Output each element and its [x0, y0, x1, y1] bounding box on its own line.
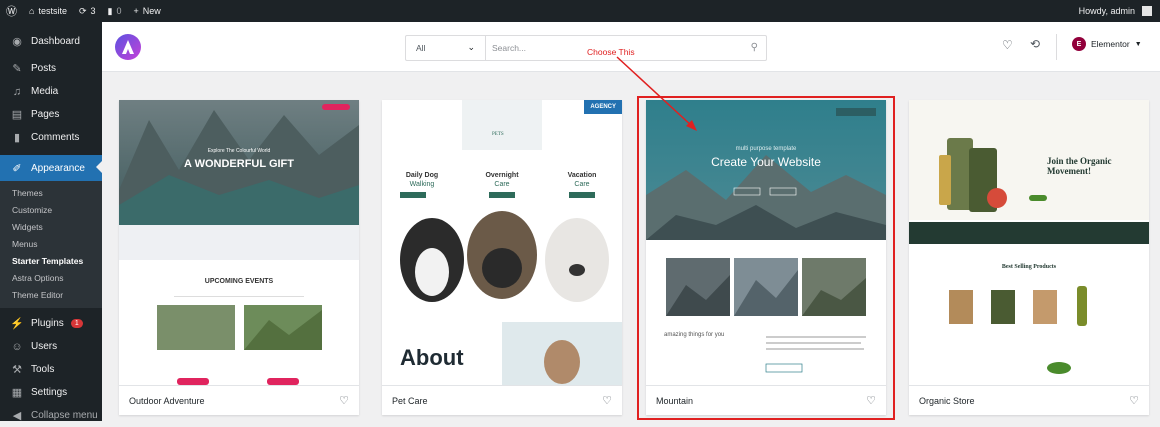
comment-icon: ▮	[13, 132, 21, 144]
favorite-heart-icon[interactable]: ♡	[339, 394, 349, 407]
outdoor-preview-image	[119, 100, 359, 385]
submenu-theme-editor[interactable]: Theme Editor	[0, 287, 102, 304]
dashboard-icon: ◉	[12, 36, 22, 48]
template-card-organic-store[interactable]: Join the Organic Movement! Best Selling …	[909, 100, 1149, 415]
favorite-heart-icon[interactable]: ♡	[1129, 394, 1139, 407]
submenu-menus[interactable]: Menus	[0, 236, 102, 253]
search-bar: All ⌄ ⚲	[405, 35, 767, 61]
users-icon: ☺	[11, 340, 23, 353]
submenu-starter-templates[interactable]: Starter Templates	[0, 253, 102, 270]
elementor-icon: E	[1072, 37, 1086, 51]
chevron-down-icon: ⌄	[467, 42, 475, 52]
caret-down-icon: ▼	[1134, 40, 1142, 48]
template-card-footer: Pet Care ♡	[382, 385, 622, 415]
astra-logo-icon[interactable]	[115, 34, 141, 60]
template-preview: Explore The Colourful World A WONDERFUL …	[119, 100, 359, 385]
template-name: Outdoor Adventure	[129, 395, 205, 406]
admin-sidebar: ◉ Dashboard ✎ Posts ♫ Media ▤ Pages ▮ Comment…	[0, 22, 102, 422]
sidebar-item-media[interactable]: ♫ Media	[0, 80, 102, 103]
template-card-footer: Outdoor Adventure ♡	[119, 385, 359, 415]
sidebar-item-appearance[interactable]: ✐ Appearance	[0, 155, 102, 181]
sidebar-item-users[interactable]: ☺ Users	[0, 335, 102, 358]
plugin-icon: ⚡	[10, 318, 24, 330]
pet-care-preview-image	[382, 100, 622, 385]
home-icon: ⌂	[29, 6, 35, 16]
template-preview: AGENCY PETS Daily Dog Walking Overnight …	[382, 100, 622, 385]
plus-icon: +	[133, 6, 139, 16]
template-name: Pet Care	[392, 395, 428, 406]
sidebar-item-settings[interactable]: ▦ Settings	[0, 381, 102, 404]
favorite-heart-icon[interactable]: ♡	[602, 394, 612, 407]
comment-icon: ▮	[107, 5, 113, 16]
organic-store-preview-image	[909, 100, 1149, 385]
sidebar-item-tools[interactable]: ⚒ Tools	[0, 358, 102, 381]
user-account-link[interactable]: Howdy, admin	[1073, 0, 1160, 22]
template-preview: Join the Organic Movement! Best Selling …	[909, 100, 1149, 385]
search-icon[interactable]: ⚲	[751, 42, 758, 53]
pages-icon: ▤	[11, 109, 23, 121]
agency-badge: AGENCY	[584, 100, 622, 114]
template-card-outdoor-adventure[interactable]: Explore The Colourful World A WONDERFUL …	[119, 100, 359, 415]
plugins-update-badge: 1	[70, 319, 83, 328]
template-type-select[interactable]: All ⌄	[406, 36, 486, 60]
pin-icon: ✎	[12, 63, 22, 75]
new-content-link[interactable]: + New	[127, 0, 166, 22]
submenu-widgets[interactable]: Widgets	[0, 219, 102, 236]
sidebar-item-comments[interactable]: ▮ Comments	[0, 126, 102, 149]
wrench-icon: ⚒	[12, 364, 22, 376]
submenu-astra-options[interactable]: Astra Options	[0, 270, 102, 287]
selection-highlight-box	[637, 96, 895, 420]
sync-library-icon[interactable]: ⟲	[1030, 37, 1040, 51]
sidebar-collapse-menu[interactable]: ◀ Collapse menu	[0, 404, 102, 427]
brush-icon: ✐	[12, 162, 22, 175]
annotation-label: Choose This	[587, 47, 635, 57]
appearance-submenu: Themes Customize Widgets Menus Starter T…	[0, 181, 102, 308]
page-builder-select[interactable]: E Elementor ▼	[1072, 37, 1142, 51]
settings-icon: ▦	[11, 387, 23, 399]
updates-link[interactable]: ⟳ 3	[73, 0, 102, 22]
sidebar-item-dashboard[interactable]: ◉ Dashboard	[0, 30, 102, 53]
admin-bar: Ⓦ ⌂ testsite ⟳ 3 ▮ 0 + New Howdy, admin	[0, 0, 1160, 22]
collapse-icon: ◀	[12, 410, 22, 422]
toolbar-divider	[1056, 34, 1057, 60]
wordpress-logo-icon[interactable]: Ⓦ	[0, 0, 23, 22]
sidebar-item-posts[interactable]: ✎ Posts	[0, 57, 102, 80]
submenu-customize[interactable]: Customize	[0, 202, 102, 219]
media-icon: ♫	[12, 85, 22, 98]
favorites-heart-icon[interactable]: ♡	[1002, 38, 1013, 52]
comments-link[interactable]: ▮ 0	[102, 0, 128, 22]
template-name: Organic Store	[919, 395, 975, 406]
submenu-themes[interactable]: Themes	[0, 185, 102, 202]
template-card-footer: Organic Store ♡	[909, 385, 1149, 415]
sidebar-item-pages[interactable]: ▤ Pages	[0, 103, 102, 126]
refresh-icon: ⟳	[78, 5, 87, 16]
sidebar-item-plugins[interactable]: ⚡ Plugins 1	[0, 312, 102, 335]
site-name-link[interactable]: ⌂ testsite	[23, 0, 73, 22]
avatar	[1142, 6, 1152, 16]
template-card-pet-care[interactable]: AGENCY PETS Daily Dog Walking Overnight …	[382, 100, 622, 415]
